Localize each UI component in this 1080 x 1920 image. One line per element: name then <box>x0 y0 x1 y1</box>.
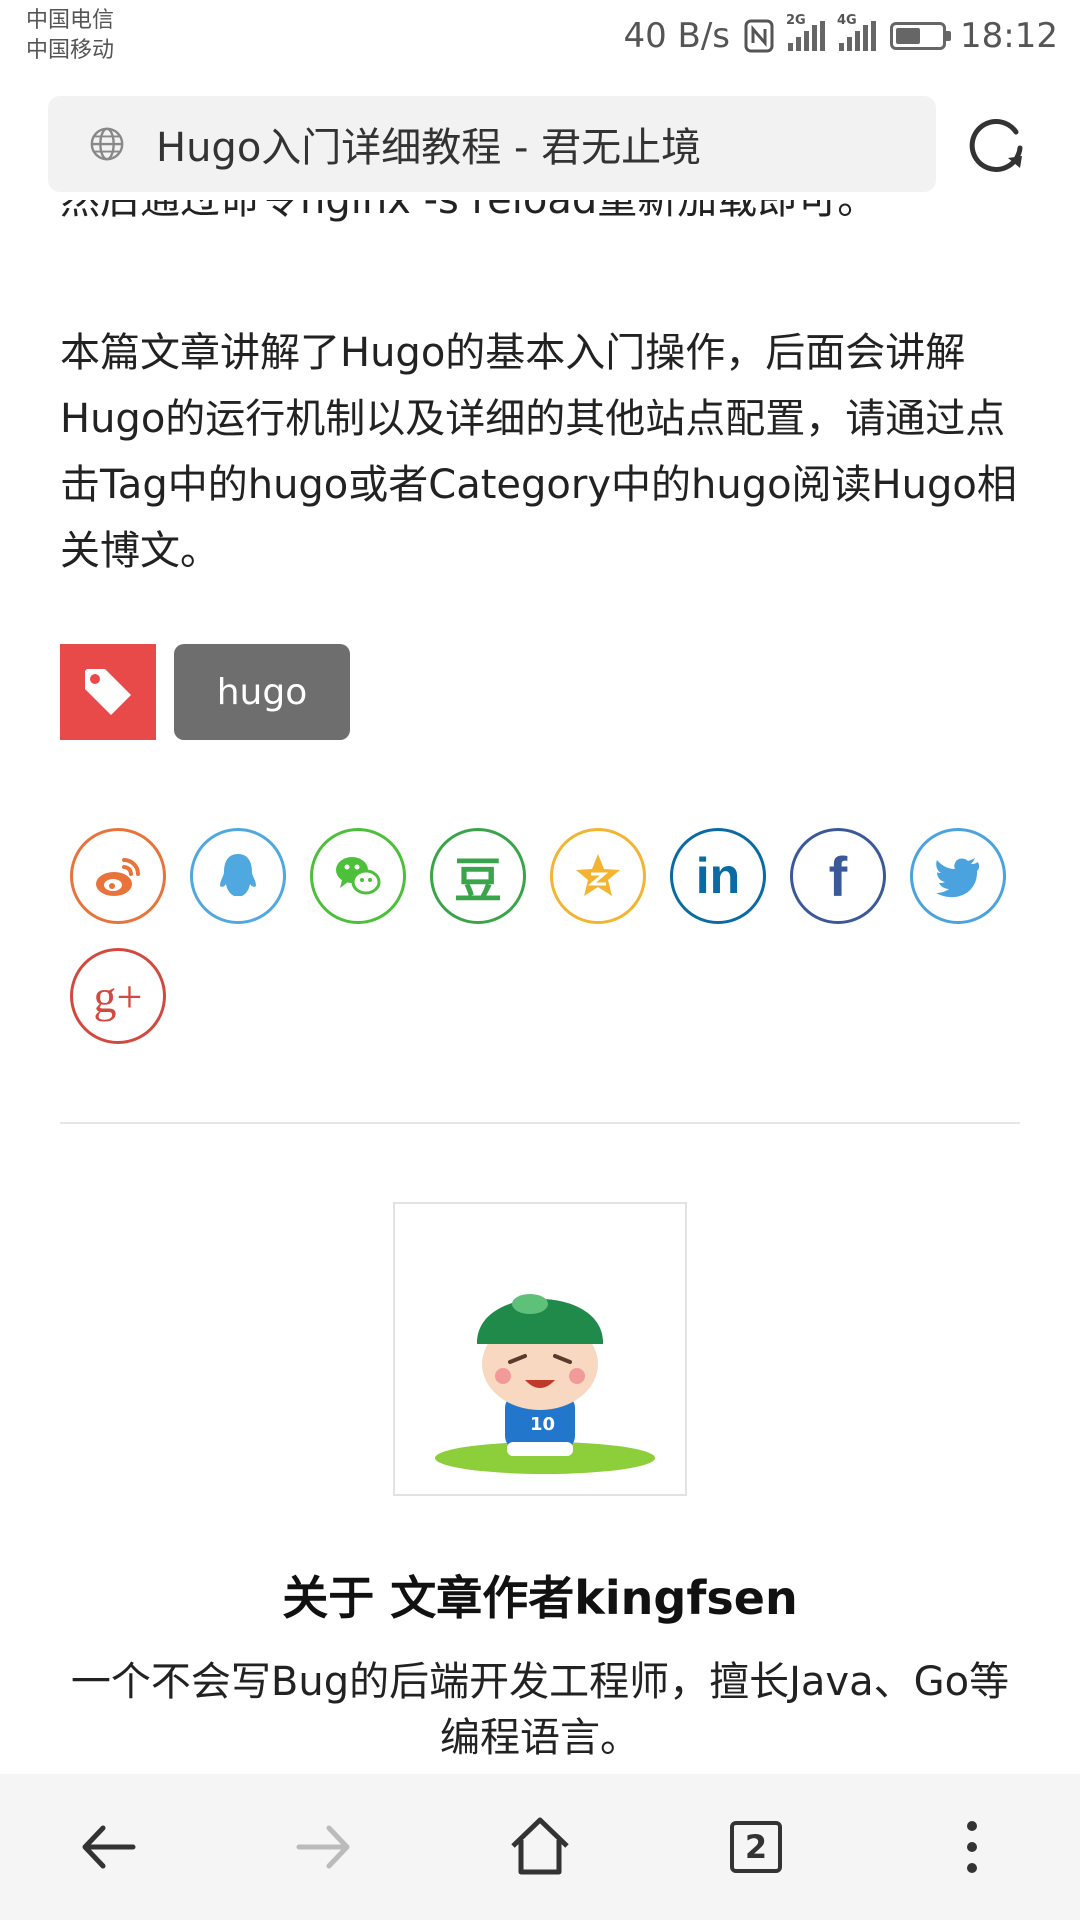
arrow-right-icon <box>296 1825 350 1869</box>
twitter-icon[interactable] <box>910 828 1006 924</box>
signal-4g-icon: 4G <box>837 13 877 51</box>
arrow-left-icon <box>82 1825 136 1869</box>
home-button[interactable] <box>480 1787 600 1907</box>
douban-icon[interactable]: 豆 <box>430 828 526 924</box>
more-menu-button[interactable] <box>912 1787 1032 1907</box>
carrier-1: 中国电信 <box>26 8 115 33</box>
back-button[interactable] <box>48 1787 168 1907</box>
weibo-icon[interactable] <box>70 828 166 924</box>
battery-icon <box>890 22 952 50</box>
forward-button[interactable] <box>264 1787 384 1907</box>
tag-icon <box>60 644 156 740</box>
linkedin-icon[interactable]: in <box>670 828 766 924</box>
browser-screen: 中国电信 中国移动 40 B/s 2G 4G 18:12 Hugo入门详细教程 … <box>0 0 1080 1920</box>
signal-2-label: 4G <box>837 13 857 28</box>
status-icons: 40 B/s 2G 4G 18:12 <box>623 12 1058 60</box>
avatar: 10 <box>393 1202 687 1496</box>
more-vertical-icon <box>967 1821 977 1873</box>
carrier-info: 中国电信 中国移动 <box>26 6 114 66</box>
qq-icon[interactable] <box>190 828 286 924</box>
reload-icon[interactable] <box>964 110 1030 176</box>
qzone-icon[interactable] <box>550 828 646 924</box>
globe-icon <box>90 127 124 161</box>
status-bar: 中国电信 中国移动 40 B/s 2G 4G 18:12 <box>0 0 1080 80</box>
url-field[interactable]: Hugo入门详细教程 - 君无止境 <box>48 96 936 192</box>
tabs-button[interactable]: 2 <box>696 1787 816 1907</box>
address-bar: Hugo入门详细教程 - 君无止境 <box>0 80 1080 200</box>
carrier-2: 中国移动 <box>26 38 115 63</box>
home-icon <box>511 1817 569 1875</box>
article-paragraph: 本篇文章讲解了Hugo的基本入门操作，后面会讲解Hugo的运行机制以及详细的其他… <box>60 330 1017 574</box>
facebook-glyph: f <box>828 844 848 908</box>
gplus-glyph: g+ <box>93 970 143 1022</box>
douban-glyph: 豆 <box>453 853 502 909</box>
linkedin-glyph: in <box>695 848 741 904</box>
author-title: 关于 文章作者kingfsen <box>282 1571 798 1625</box>
avatar-jersey-number: 10 <box>530 1414 555 1435</box>
battery-fill <box>896 28 921 44</box>
nfc-icon <box>744 19 774 53</box>
signal-2g-icon: 2G <box>786 13 826 51</box>
page-title: Hugo入门详细教程 - 君无止境 <box>156 125 702 171</box>
share-buttons: 豆 in f g+ <box>70 828 1030 1044</box>
signal-1-label: 2G <box>786 13 806 28</box>
bottom-navigation: 2 <box>0 1774 1080 1920</box>
tag-list: hugo <box>60 644 350 740</box>
facebook-icon[interactable]: f <box>790 828 886 924</box>
network-speed: 40 B/s <box>623 16 731 56</box>
tab-count: 2 <box>730 1821 782 1873</box>
divider <box>60 1122 1020 1124</box>
author-description: 一个不会写Bug的后端开发工程师，擅长Java、Go等编程语言。 <box>70 1659 1010 1761</box>
tag-hugo[interactable]: hugo <box>174 644 350 740</box>
google-plus-icon[interactable]: g+ <box>70 948 166 1044</box>
wechat-icon[interactable] <box>310 828 406 924</box>
clock: 18:12 <box>960 16 1058 56</box>
